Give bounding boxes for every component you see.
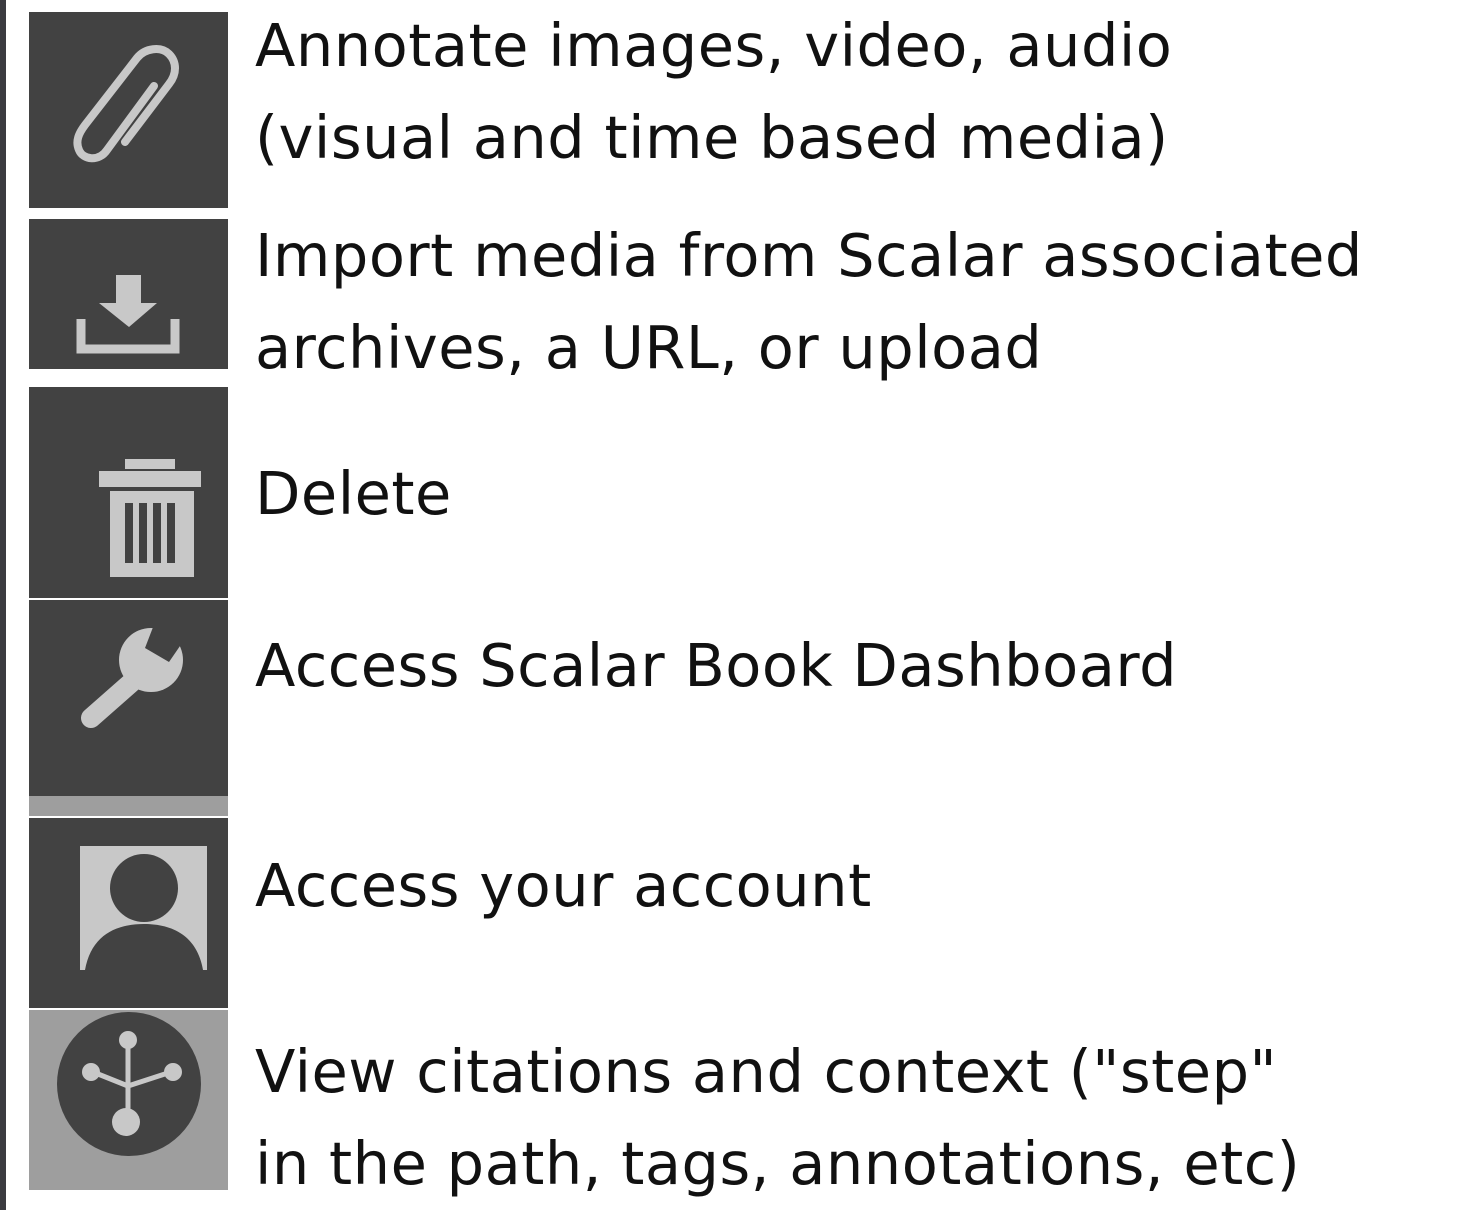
user-account-icon	[80, 846, 207, 970]
account-description: Access your account	[255, 851, 872, 920]
account-button[interactable]	[29, 818, 228, 1008]
citations-description: View citations and context ("step" in th…	[255, 1037, 1301, 1198]
delete-button[interactable]	[29, 387, 228, 598]
dashboard-description: Access Scalar Book Dashboard	[255, 631, 1178, 700]
trash-icon	[99, 459, 201, 577]
wrench-icon	[81, 622, 191, 728]
left-edge-rule	[0, 0, 6, 1210]
annotate-description: Annotate images, video, audio (visual an…	[255, 11, 1173, 172]
delete-description: Delete	[255, 459, 452, 528]
tile-separator	[29, 796, 228, 816]
citations-network-icon	[57, 1012, 201, 1156]
import-media-button[interactable]	[29, 219, 228, 369]
annotate-button[interactable]	[29, 12, 228, 208]
import-media-description: Import media from Scalar associated arch…	[255, 221, 1363, 382]
paperclip-icon	[73, 45, 179, 163]
citations-button[interactable]	[29, 1010, 228, 1190]
import-download-icon	[76, 275, 180, 354]
dashboard-button[interactable]	[29, 600, 228, 796]
